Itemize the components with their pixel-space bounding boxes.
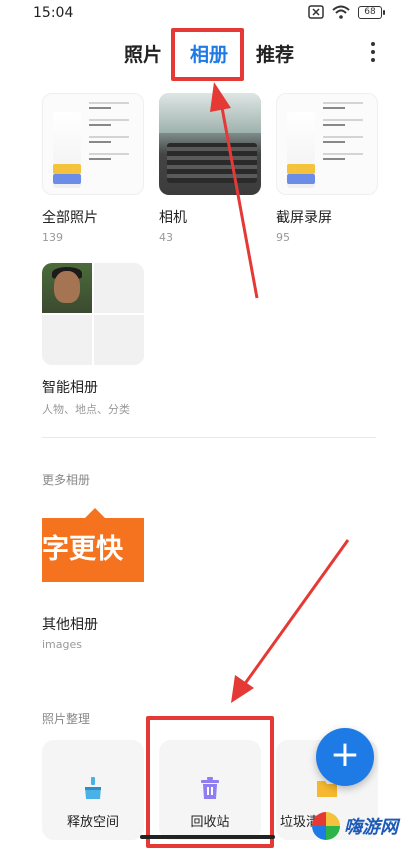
tab-recommend[interactable]: 推荐: [256, 40, 294, 67]
album-thumbnail: [42, 263, 144, 365]
watermark: 嗨游网: [312, 808, 412, 844]
album-smart[interactable]: 智能相册 人物、地点、分类: [42, 263, 144, 417]
home-indicator[interactable]: [140, 835, 275, 839]
album-thumbnail: [42, 93, 144, 195]
tool-free-space[interactable]: 释放空间: [42, 740, 144, 840]
album-name: 全部照片: [42, 210, 98, 226]
album-other[interactable]: 字更快 其他相册 images: [42, 500, 144, 651]
album-count: 43: [159, 231, 173, 244]
thumbnail-text: 字更快: [42, 518, 144, 582]
album-screenshots[interactable]: 截屏录屏 95: [276, 93, 378, 244]
album-camera[interactable]: 相机 43: [159, 93, 261, 244]
album-thumbnail: [159, 93, 261, 195]
wifi-icon: [332, 5, 350, 19]
more-options-icon[interactable]: [370, 42, 376, 62]
album-count: 95: [276, 231, 290, 244]
more-albums-title: 更多相册: [42, 473, 91, 487]
album-thumbnail: [276, 93, 378, 195]
tool-label: 释放空间: [66, 815, 119, 830]
album-thumbnail: 字更快: [42, 500, 144, 602]
section-divider: [42, 437, 376, 438]
battery-icon: 68: [358, 5, 385, 19]
album-name: 截屏录屏: [276, 210, 332, 226]
watermark-logo-icon: [312, 812, 340, 840]
screen-record-icon: [308, 5, 324, 19]
album-name: 智能相册: [42, 380, 98, 396]
album-count: images: [42, 638, 82, 651]
status-bar: 15:04 68: [0, 0, 416, 28]
album-name: 其他相册: [42, 617, 98, 633]
album-count: 139: [42, 231, 63, 244]
status-icons: 68: [308, 5, 385, 19]
tab-photos[interactable]: 照片: [124, 40, 162, 67]
album-subtitle: 人物、地点、分类: [42, 403, 130, 416]
arrow-to-recycle-bin: [231, 539, 350, 703]
highlight-box-recycle-bin: [146, 716, 274, 848]
add-album-button[interactable]: +: [316, 728, 374, 786]
album-all-photos[interactable]: 全部照片 139: [42, 93, 144, 244]
watermark-text: 嗨游网: [344, 817, 398, 838]
broom-icon: [85, 777, 101, 799]
highlight-box-albums-tab: [171, 28, 244, 81]
status-time: 15:04: [33, 5, 74, 21]
organize-title: 照片整理: [42, 712, 91, 726]
album-name: 相机: [159, 210, 187, 226]
